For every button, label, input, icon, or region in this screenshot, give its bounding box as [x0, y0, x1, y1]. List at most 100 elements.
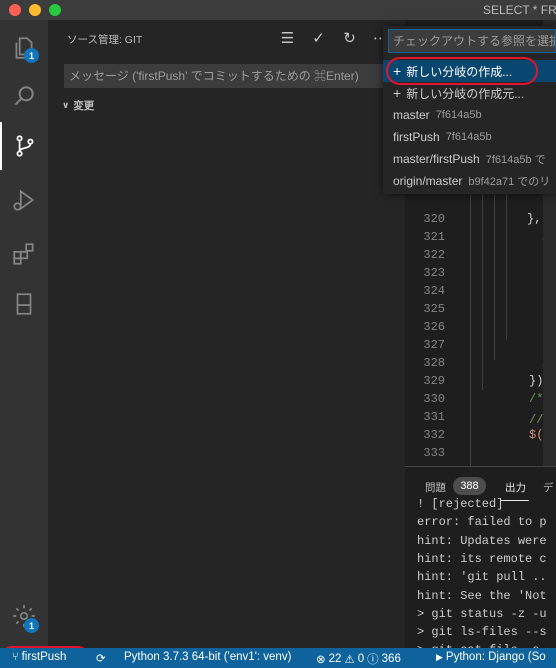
- sync-button[interactable]: ⟳: [96, 651, 106, 665]
- line-number: 327: [423, 338, 445, 352]
- extensions-icon: [13, 243, 34, 265]
- info-count: 366: [381, 653, 401, 665]
- debug-config[interactable]: ▶ Python: Django (So: [436, 651, 546, 663]
- branch-indicator[interactable]: ⑂ firstPush: [12, 651, 66, 663]
- status-bar: ⑂ firstPush ⟳ Python 3.7.3 64-bit ('env1…: [0, 648, 556, 668]
- minimize-window-button[interactable]: [29, 4, 41, 16]
- quick-pick-item-label: master/firstPush: [393, 152, 480, 166]
- bottom-panel: 問題 388 出力 デ ! [rejected] error: failed to…: [405, 466, 556, 657]
- code-line: },: [527, 212, 542, 226]
- sidebar-actions: ☰ ✓ ↻ ⋯: [276, 28, 392, 48]
- window-title: SELECT * FRO: [483, 3, 556, 17]
- branch-name: firstPush: [21, 651, 67, 663]
- plus-icon: +: [393, 85, 402, 101]
- quick-pick-item-description: 7f614a5b で: [485, 154, 546, 166]
- output-line: > git ls-files --s: [417, 625, 547, 640]
- tab-output[interactable]: 出力: [505, 480, 526, 495]
- settings-badge: 1: [24, 618, 39, 633]
- line-number: 332: [423, 428, 445, 442]
- errors-count: 22: [328, 653, 342, 665]
- output-line: hint: its remote c: [417, 551, 547, 566]
- python-interpreter[interactable]: Python 3.7.3 64-bit ('env1': venv): [124, 651, 291, 663]
- checkout-quick-pick: チェックアウトする参照を選択 + 新しい分岐の作成... + 新しい分岐の作成元...…: [383, 26, 556, 194]
- line-number: 323: [423, 266, 445, 280]
- source-control-icon: [16, 135, 34, 157]
- tab-problems[interactable]: 問題: [425, 480, 446, 495]
- output-line: error: failed to p: [417, 515, 547, 530]
- line-number: 325: [423, 302, 445, 316]
- quick-pick-item-description: 7f614a5b: [445, 131, 492, 143]
- indent-guide: [506, 190, 507, 340]
- active-tab-indicator: [501, 500, 529, 501]
- output-line: hint: Updates were: [417, 533, 547, 548]
- error-icon: ⊗: [316, 654, 326, 666]
- changes-section-header[interactable]: ∨ 変更: [62, 98, 94, 113]
- view-as-list-icon[interactable]: ☰: [276, 28, 299, 48]
- activity-bar: 1 1: [0, 20, 48, 648]
- refresh-icon[interactable]: ↻: [338, 28, 361, 48]
- code-line: }): [529, 374, 544, 388]
- output-line: > git status -z -u: [417, 606, 547, 621]
- search-icon: [14, 86, 34, 106]
- output-line: ! [rejected]: [417, 497, 504, 511]
- quick-pick-item-label: 新しい分岐の作成元...: [406, 86, 525, 101]
- output-line: hint: 'git pull ..: [417, 570, 547, 585]
- line-number: 330: [423, 392, 445, 406]
- quick-pick-item[interactable]: master 7f614a5b: [383, 104, 556, 126]
- search-button[interactable]: [0, 72, 48, 120]
- close-window-button[interactable]: [9, 4, 21, 16]
- changes-label: 変更: [73, 100, 95, 112]
- problems-summary[interactable]: ⊗ 22 ⚠ 0 ⓘ 366: [316, 651, 401, 667]
- explorer-button[interactable]: 1: [0, 24, 48, 72]
- output-line: hint: See the 'Not: [417, 588, 547, 603]
- quick-pick-item[interactable]: master/firstPush 7f614a5b で: [383, 148, 556, 170]
- source-control-sidebar: ソース管理: GIT ☰ ✓ ↻ ⋯ メッセージ ('firstPush' でコ…: [48, 20, 405, 648]
- chevron-down-icon: ∨: [62, 100, 70, 110]
- sidebar-title: ソース管理: GIT: [67, 34, 143, 46]
- extensions-button[interactable]: [0, 230, 48, 278]
- line-number: 320: [423, 212, 445, 226]
- title-bar: SELECT * FRO: [0, 0, 556, 20]
- indent-guide: [494, 190, 495, 360]
- run-debug-icon: [13, 189, 35, 211]
- indent-guide: [482, 190, 483, 390]
- quick-pick-item-description: 7f614a5b: [435, 109, 482, 121]
- code-line: /*: [529, 392, 544, 406]
- quick-pick-item[interactable]: origin/master b9f42a71 でのリ: [383, 170, 556, 192]
- explorer-badge: 1: [24, 48, 39, 63]
- annotation-create-branch: [386, 57, 538, 85]
- line-number: 326: [423, 320, 445, 334]
- source-control-button[interactable]: [0, 122, 48, 170]
- run-debug-button[interactable]: [0, 176, 48, 224]
- zoom-window-button[interactable]: [49, 4, 61, 16]
- commit-message-input[interactable]: メッセージ ('firstPush' でコミットするための ⌘Enter): [64, 64, 394, 88]
- git-branch-icon: ⑂: [12, 651, 19, 663]
- line-number: 321: [423, 230, 445, 244]
- tab-debug-console[interactable]: デ: [543, 480, 554, 495]
- info-icon: ⓘ: [367, 654, 379, 666]
- line-number: 324: [423, 284, 445, 298]
- warning-icon: ⚠: [344, 654, 355, 666]
- quick-pick-item-label: origin/master: [393, 174, 463, 188]
- quick-pick-item-description: b9f42a71 でのリ: [468, 176, 551, 188]
- remote-explorer-button[interactable]: [0, 280, 48, 328]
- line-number: 322: [423, 248, 445, 262]
- checkout-ref-input[interactable]: チェックアウトする参照を選択: [388, 29, 556, 53]
- quick-pick-item[interactable]: firstPush 7f614a5b: [383, 126, 556, 148]
- sync-icon: ⟳: [96, 653, 106, 665]
- line-number: 333: [423, 446, 445, 460]
- line-number: 328: [423, 356, 445, 370]
- problems-count-badge: 388: [453, 477, 486, 495]
- book-icon: [16, 293, 32, 315]
- commit-check-icon[interactable]: ✓: [307, 28, 330, 48]
- line-number: 329: [423, 374, 445, 388]
- quick-pick-item-label: master: [393, 108, 430, 122]
- indent-guide: [470, 190, 471, 466]
- debug-config-label: Python: Django (So: [445, 651, 546, 663]
- quick-pick-item-label: firstPush: [393, 130, 440, 144]
- quick-pick-item[interactable]: + 新しい分岐の作成元...: [383, 82, 556, 104]
- manage-button[interactable]: 1: [0, 592, 48, 640]
- play-icon: ▶: [436, 651, 443, 662]
- warnings-count: 0: [357, 653, 365, 665]
- line-number: 331: [423, 410, 445, 424]
